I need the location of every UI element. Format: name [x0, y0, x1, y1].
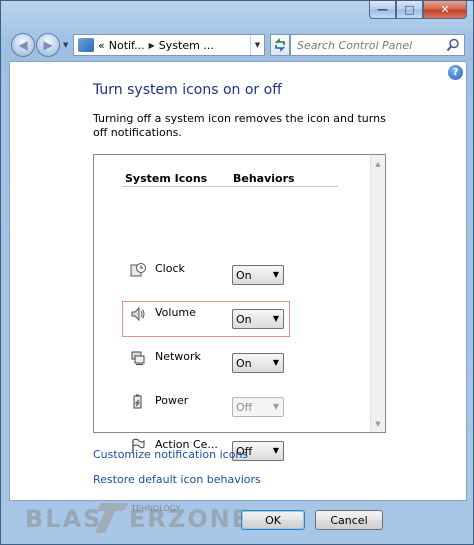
scroll-up-icon[interactable]: ▲: [371, 156, 385, 171]
recent-pages-arrow-icon[interactable]: ▼: [63, 41, 68, 49]
back-button[interactable]: ◀: [11, 33, 35, 57]
address-bar[interactable]: « Notif... ▶ System ... ▼: [73, 34, 265, 56]
clock-icon: [130, 263, 146, 277]
vertical-scrollbar[interactable]: ▲ ▼: [370, 155, 385, 432]
system-icons-list: System Icons Behaviors Clock On▼ Volume: [93, 154, 386, 461]
network-icon: [131, 351, 145, 365]
control-panel-icon: [78, 38, 94, 52]
breadcrumb-system[interactable]: System ...: [159, 39, 214, 52]
watermark-logo: BLAS ERZONE TEHNOLOGY: [25, 503, 248, 533]
search-icon[interactable]: [446, 38, 460, 52]
search-placeholder: Search Control Panel: [297, 38, 413, 52]
column-header-system-icons: System Icons: [125, 172, 208, 185]
search-input[interactable]: Search Control Panel: [290, 34, 465, 56]
page-title: Turn system icons on or off: [93, 82, 282, 98]
caption-buttons: — □ ✕: [369, 1, 467, 19]
customize-notification-icons-link[interactable]: Customize notification icons: [93, 448, 248, 461]
breadcrumb-chevron-icon[interactable]: ▶: [149, 41, 155, 50]
address-dropdown-icon[interactable]: ▼: [250, 35, 264, 55]
control-panel-window: — □ ✕ ◀ ▶ ▼ « Notif... ▶ System ... ▼ Se…: [0, 0, 474, 545]
header-divider: [122, 186, 338, 187]
clock-behavior-select[interactable]: On ▼: [232, 265, 284, 285]
help-icon[interactable]: ?: [448, 65, 463, 80]
chevron-down-icon: ▼: [272, 446, 279, 455]
svg-text:TEHNOLOGY: TEHNOLOGY: [130, 504, 181, 513]
power-icon: [133, 394, 142, 409]
row-label-clock: Clock: [155, 262, 185, 275]
forward-button[interactable]: ▶: [36, 33, 60, 57]
content-pane: ? Turn system icons on or off Turning of…: [9, 61, 467, 501]
svg-text:BLAS: BLAS: [25, 505, 102, 533]
cancel-button[interactable]: Cancel: [315, 510, 383, 530]
chevron-down-icon: ▼: [272, 358, 279, 367]
maximize-button[interactable]: □: [396, 1, 423, 19]
refresh-icon: [275, 38, 285, 52]
chevron-down-icon: ▼: [272, 402, 279, 411]
row-label-power: Power: [155, 394, 189, 407]
page-description: Turning off a system icon removes the ic…: [93, 112, 386, 139]
column-header-behaviors: Behaviors: [233, 172, 295, 185]
power-behavior-select: Off ▼: [232, 397, 284, 417]
navigation-bar: ◀ ▶ ▼ « Notif... ▶ System ... ▼ Search C…: [9, 29, 465, 59]
breadcrumb-notification[interactable]: Notif...: [109, 39, 145, 52]
refresh-button[interactable]: [270, 34, 290, 56]
volume-behavior-select[interactable]: On ▼: [232, 309, 284, 329]
row-label-network: Network: [155, 350, 201, 363]
ok-button[interactable]: OK: [241, 510, 305, 530]
close-button[interactable]: ✕: [423, 1, 467, 19]
scroll-down-icon[interactable]: ▼: [371, 416, 385, 431]
restore-default-icon-behaviors-link[interactable]: Restore default icon behaviors: [93, 473, 261, 486]
breadcrumb-overflow[interactable]: «: [98, 39, 105, 52]
minimize-button[interactable]: —: [369, 1, 396, 19]
chevron-down-icon: ▼: [272, 270, 279, 279]
volume-icon: [131, 306, 145, 322]
row-label-volume: Volume: [155, 306, 196, 319]
chevron-down-icon: ▼: [272, 314, 279, 323]
network-behavior-select[interactable]: On ▼: [232, 353, 284, 373]
